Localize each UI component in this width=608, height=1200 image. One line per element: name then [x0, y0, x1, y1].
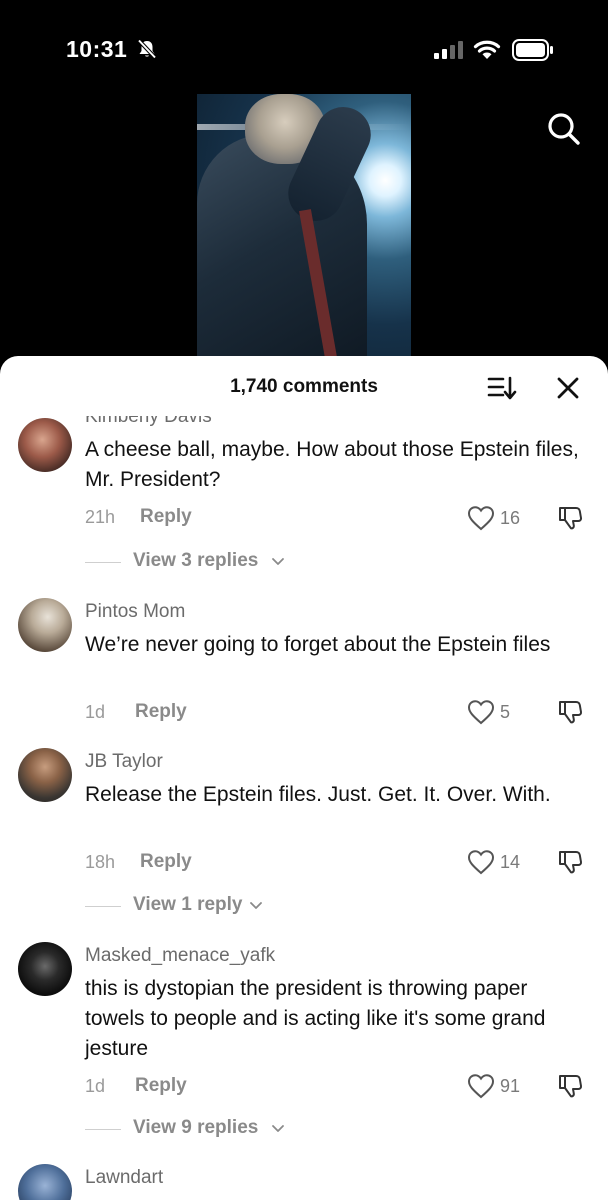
- like-count: 16: [500, 508, 521, 528]
- avatar[interactable]: [18, 942, 72, 996]
- comment-text: A cheese ball, maybe. How about those Ep…: [85, 438, 579, 491]
- status-bar: 10:31: [0, 0, 608, 96]
- dislike-icon[interactable]: [556, 848, 584, 876]
- comment-username[interactable]: Pintos Mom: [85, 601, 185, 623]
- dislike-icon[interactable]: [556, 504, 584, 532]
- avatar[interactable]: [18, 748, 72, 802]
- comment-username[interactable]: Lawndart: [85, 1167, 163, 1189]
- comment-text: this is dystopian the president is throw…: [85, 977, 546, 1060]
- comment-time: 21h: [85, 507, 116, 527]
- comment-time: 18h: [85, 852, 116, 872]
- heart-icon[interactable]: [467, 1073, 495, 1099]
- search-icon[interactable]: [546, 111, 582, 147]
- like-count: 5: [500, 702, 511, 722]
- chevron-down-icon: [250, 902, 262, 909]
- avatar[interactable]: [18, 418, 72, 472]
- divider: [85, 906, 121, 907]
- reply-button[interactable]: Reply: [135, 701, 187, 723]
- heart-icon[interactable]: [467, 849, 495, 875]
- wifi-icon: [473, 40, 501, 59]
- chevron-down-icon: [272, 558, 284, 565]
- divider: [85, 562, 121, 563]
- divider: [85, 1129, 121, 1130]
- cellular-signal-icon: [434, 41, 463, 59]
- comment-time: 1d: [85, 702, 106, 722]
- chevron-down-icon: [272, 1125, 284, 1132]
- comment-username[interactable]: Masked_menace_yafk: [85, 945, 275, 967]
- video-player[interactable]: [0, 94, 608, 364]
- comment-text: Release the Epstein files. Just. Get. It…: [85, 783, 551, 806]
- dislike-icon[interactable]: [556, 1072, 584, 1100]
- comment-time: 1d: [85, 1076, 106, 1096]
- view-replies-label: View 3 replies: [133, 550, 259, 571]
- comment-text: We’re never going to forget about the Ep…: [85, 633, 551, 656]
- sort-icon[interactable]: [487, 375, 517, 401]
- view-replies-label: View 1 reply: [133, 894, 243, 915]
- like-count: 14: [500, 852, 521, 872]
- like-count: 91: [500, 1076, 521, 1096]
- avatar[interactable]: [18, 1164, 72, 1200]
- close-icon[interactable]: [557, 377, 579, 399]
- reply-button[interactable]: Reply: [140, 506, 192, 528]
- video-thumbnail[interactable]: [197, 94, 411, 364]
- heart-icon[interactable]: [467, 505, 495, 531]
- comment-username[interactable]: JB Taylor: [85, 751, 163, 773]
- status-time: 10:31: [66, 36, 128, 62]
- view-replies-label: View 9 replies: [133, 1117, 259, 1138]
- bell-slash-icon: [137, 39, 157, 59]
- avatar[interactable]: [18, 598, 72, 652]
- reply-button[interactable]: Reply: [135, 1075, 187, 1097]
- comments-sheet: 1,740 comments Kimberly Davis A cheese b…: [0, 356, 608, 1200]
- dislike-icon[interactable]: [556, 698, 584, 726]
- heart-icon[interactable]: [467, 699, 495, 725]
- reply-button[interactable]: Reply: [140, 851, 192, 873]
- battery-icon: [512, 39, 553, 61]
- comments-header: 1,740 comments: [0, 356, 608, 412]
